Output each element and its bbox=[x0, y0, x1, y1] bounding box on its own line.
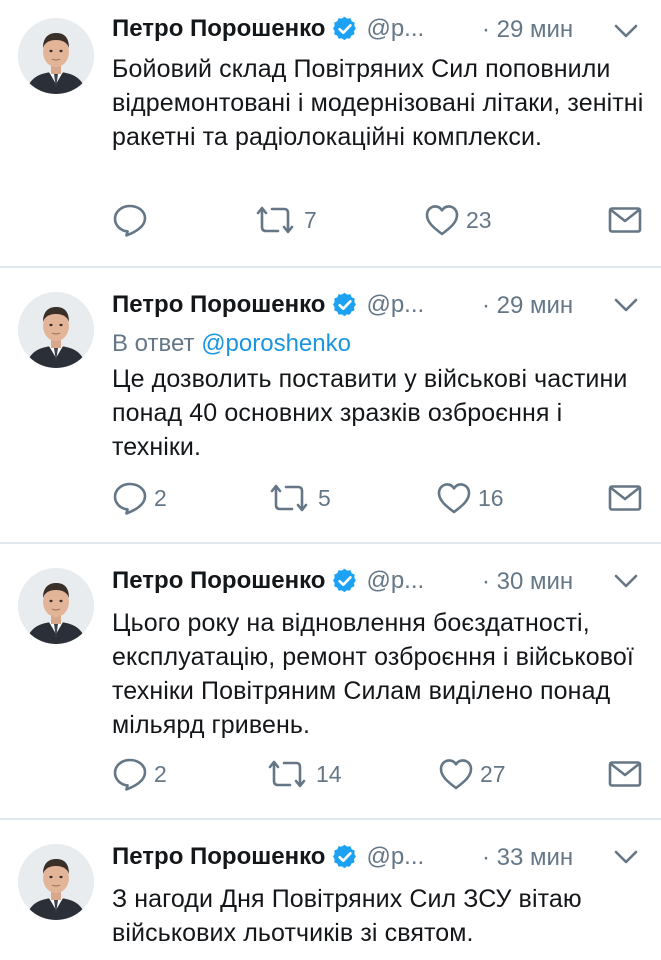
reply-icon bbox=[112, 481, 148, 515]
chevron-down-icon[interactable] bbox=[612, 20, 640, 42]
retweet-button[interactable]: 7 bbox=[252, 200, 317, 240]
retweet-button[interactable]: 14 bbox=[264, 754, 342, 794]
tweet-time[interactable]: · 33 мин bbox=[482, 844, 573, 872]
verified-badge-icon bbox=[332, 568, 358, 594]
like-count: 23 bbox=[466, 206, 492, 233]
envelope-icon bbox=[608, 760, 642, 788]
tweet-header: Петро Порошенко @p... bbox=[112, 288, 424, 322]
avatar[interactable] bbox=[18, 18, 94, 94]
direct-message-button[interactable] bbox=[608, 754, 642, 794]
tweet-header: Петро Порошенко @p... bbox=[112, 12, 424, 46]
tweet-text: Це дозволить поставити у військові части… bbox=[112, 365, 628, 461]
verified-badge-icon bbox=[332, 844, 358, 870]
tweet-time[interactable]: · 29 мин bbox=[482, 16, 573, 44]
retweet-count: 5 bbox=[318, 484, 331, 511]
reply-icon bbox=[112, 757, 148, 791]
retweet-count: 14 bbox=[316, 760, 342, 787]
author-name[interactable]: Петро Порошенко bbox=[112, 843, 325, 871]
reply-context: В ответ @poroshenko bbox=[112, 330, 351, 358]
author-name[interactable]: Петро Порошенко bbox=[112, 15, 325, 43]
tweet-actions: 2 14 27 bbox=[0, 754, 661, 794]
tweet-text: З нагоди Дня Повітряних Сил ЗСУ вітаю ві… bbox=[112, 885, 582, 947]
retweet-count: 7 bbox=[304, 206, 317, 233]
tweet[interactable]: Петро Порошенко @p... · 29 мин В ответ @… bbox=[0, 268, 661, 542]
direct-message-button[interactable] bbox=[608, 478, 642, 518]
tweet-header: Петро Порошенко @p... bbox=[112, 840, 424, 874]
tweet-actions: 2 5 16 bbox=[0, 478, 661, 518]
heart-icon bbox=[438, 757, 474, 791]
avatar[interactable] bbox=[18, 292, 94, 368]
verified-badge-icon bbox=[332, 292, 358, 318]
chevron-down-icon[interactable] bbox=[612, 294, 640, 316]
envelope-icon bbox=[608, 206, 642, 234]
tweet[interactable]: Петро Порошенко @p... · 33 мин З нагоди … bbox=[0, 820, 661, 960]
author-handle[interactable]: @p... bbox=[366, 567, 424, 595]
heart-icon bbox=[436, 481, 472, 515]
reply-button[interactable]: 2 bbox=[112, 478, 167, 518]
retweet-icon bbox=[266, 481, 312, 515]
retweet-icon bbox=[252, 203, 298, 237]
retweet-button[interactable]: 5 bbox=[266, 478, 331, 518]
reply-count: 2 bbox=[154, 760, 167, 787]
like-count: 27 bbox=[480, 760, 506, 787]
reply-count: 2 bbox=[154, 484, 167, 511]
tweet-time[interactable]: · 30 мин bbox=[482, 568, 573, 596]
tweet-text: Бойовий склад Повітряних Сил поповнили в… bbox=[112, 55, 644, 151]
author-name[interactable]: Петро Порошенко bbox=[112, 567, 325, 595]
chevron-down-icon[interactable] bbox=[612, 846, 640, 868]
author-handle[interactable]: @p... bbox=[366, 843, 424, 871]
tweet[interactable]: Петро Порошенко @p... · 30 мин Цього рок… bbox=[0, 544, 661, 818]
reply-icon bbox=[112, 203, 148, 237]
tweet[interactable]: Петро Порошенко @p... · 29 мин Бойовий с… bbox=[0, 0, 661, 266]
avatar[interactable] bbox=[18, 568, 94, 644]
author-handle[interactable]: @p... bbox=[366, 15, 424, 43]
chevron-down-icon[interactable] bbox=[612, 570, 640, 592]
verified-badge-icon bbox=[332, 16, 358, 42]
direct-message-button[interactable] bbox=[608, 200, 642, 240]
tweet-text: Цього року на відновлення боєздатності, … bbox=[112, 609, 634, 739]
reply-button[interactable] bbox=[112, 200, 154, 240]
reply-button[interactable]: 2 bbox=[112, 754, 167, 794]
reply-prefix: В ответ bbox=[112, 330, 195, 357]
reply-mention-link[interactable]: @poroshenko bbox=[201, 330, 351, 357]
tweet-time[interactable]: · 29 мин bbox=[482, 292, 573, 320]
envelope-icon bbox=[608, 484, 642, 512]
like-button[interactable]: 27 bbox=[438, 754, 506, 794]
tweet-actions: 7 23 bbox=[0, 200, 661, 240]
author-name[interactable]: Петро Порошенко bbox=[112, 291, 325, 319]
avatar[interactable] bbox=[18, 844, 94, 920]
author-handle[interactable]: @p... bbox=[366, 291, 424, 319]
like-button[interactable]: 23 bbox=[424, 200, 492, 240]
retweet-icon bbox=[264, 757, 310, 791]
like-button[interactable]: 16 bbox=[436, 478, 504, 518]
like-count: 16 bbox=[478, 484, 504, 511]
heart-icon bbox=[424, 203, 460, 237]
tweet-header: Петро Порошенко @p... bbox=[112, 564, 424, 598]
